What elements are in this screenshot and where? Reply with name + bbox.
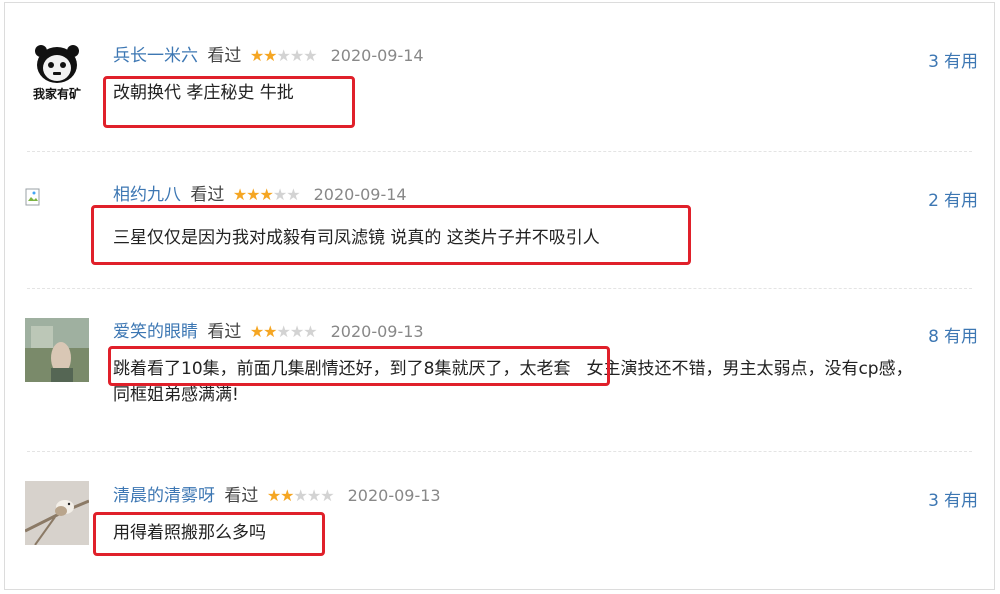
watched-label: 看过 <box>207 322 242 342</box>
username-link[interactable]: 相约九八 <box>113 185 181 205</box>
comment-meta: 相约九八 看过 ★★★★★ 2020-09-14 <box>113 184 407 206</box>
star-empty-icon: ★★★ <box>293 486 335 505</box>
highlight-box <box>103 76 355 128</box>
comment-text-line2: 同框姐弟感满满! <box>113 385 239 405</box>
star-empty-icon: ★★★ <box>276 46 318 65</box>
comment-meta: 兵长一米六 看过 ★★★★★ 2020-09-14 <box>113 45 424 67</box>
highlight-box <box>108 346 610 386</box>
star-filled-icon: ★★★ <box>232 185 274 204</box>
username-link[interactable]: 清晨的清雾呀 <box>113 486 215 506</box>
star-filled-icon: ★★ <box>266 486 295 505</box>
bird-photo-avatar-icon <box>25 481 89 545</box>
divider <box>27 451 972 452</box>
vote-count: 2 <box>928 191 939 211</box>
comment-list: 我家有矿 兵长一米六 看过 ★★★★★ 2020-09-14 3 有用 改朝换代 … <box>4 2 995 590</box>
watched-label: 看过 <box>190 185 225 205</box>
divider <box>27 151 972 152</box>
avatar[interactable]: 我家有矿 <box>25 41 89 105</box>
star-empty-icon: ★★ <box>272 185 301 204</box>
rating-stars: ★★★★★ <box>267 486 338 505</box>
watched-label: 看过 <box>224 486 259 506</box>
useful-vote[interactable]: 3 有用 <box>928 486 978 511</box>
comment-date: 2020-09-14 <box>330 46 424 65</box>
vote-count: 8 <box>928 327 939 347</box>
rating-stars: ★★★★★ <box>250 46 321 65</box>
star-filled-icon: ★★ <box>249 46 278 65</box>
comment-meta: 爱笑的眼睛 看过 ★★★★★ 2020-09-13 <box>113 321 424 343</box>
comment-meta: 清晨的清雾呀 看过 ★★★★★ 2020-09-13 <box>113 485 441 507</box>
username-link[interactable]: 爱笑的眼睛 <box>113 322 198 342</box>
username-link[interactable]: 兵长一米六 <box>113 46 198 66</box>
useful-button[interactable]: 有用 <box>944 191 978 211</box>
broken-image-icon[interactable] <box>25 188 43 208</box>
star-empty-icon: ★★★ <box>276 322 318 341</box>
comment-date: 2020-09-14 <box>313 185 407 204</box>
comment-date: 2020-09-13 <box>330 322 424 341</box>
rating-stars: ★★★★★ <box>250 322 321 341</box>
useful-button[interactable]: 有用 <box>944 491 978 511</box>
comment-date: 2020-09-13 <box>347 486 441 505</box>
photo-avatar-icon <box>25 318 89 382</box>
useful-button[interactable]: 有用 <box>944 327 978 347</box>
rating-stars: ★★★★★ <box>233 185 304 204</box>
divider <box>27 288 972 289</box>
star-filled-icon: ★★ <box>249 322 278 341</box>
avatar[interactable] <box>25 318 89 382</box>
watched-label: 看过 <box>207 46 242 66</box>
comment-text-rest: 女主演技还不错，男主太弱点，没有cp感， <box>586 359 913 379</box>
highlight-box <box>93 512 325 556</box>
vote-count: 3 <box>928 52 939 72</box>
highlight-box <box>91 205 691 265</box>
useful-vote[interactable]: 8 有用 <box>928 322 978 347</box>
useful-button[interactable]: 有用 <box>944 52 978 72</box>
avatar[interactable] <box>25 481 89 545</box>
vote-count: 3 <box>928 491 939 511</box>
useful-vote[interactable]: 2 有用 <box>928 186 978 211</box>
useful-vote[interactable]: 3 有用 <box>928 47 978 72</box>
avatar-caption: 我家有矿 <box>32 87 81 101</box>
